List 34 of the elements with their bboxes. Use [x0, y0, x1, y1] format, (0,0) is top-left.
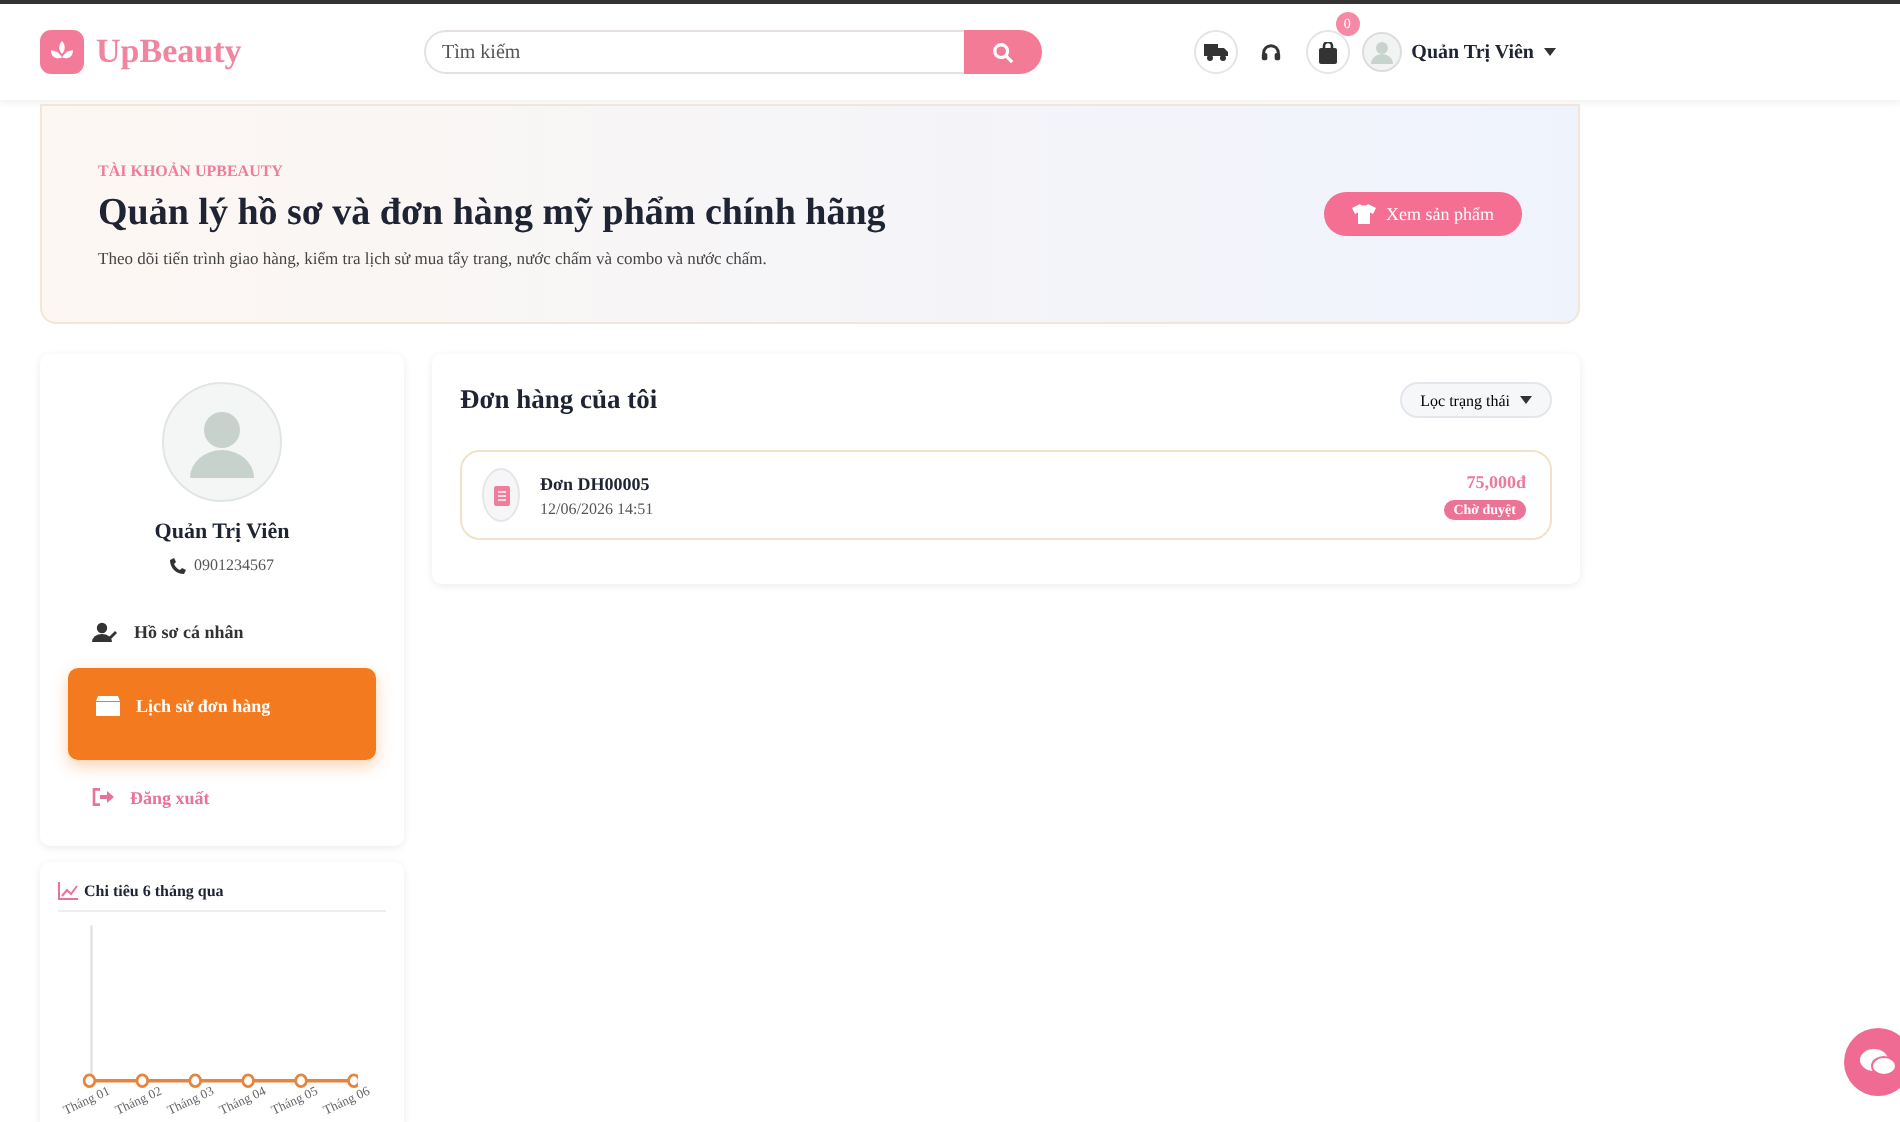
user-icon	[92, 621, 118, 641]
chart-icon	[58, 882, 78, 900]
profile-name: Quản Trị Viên	[154, 520, 290, 544]
phone-number: 0901234567	[194, 556, 274, 574]
caret-icon	[1544, 48, 1556, 56]
order-date: 12/06/2026 14:51	[540, 499, 656, 517]
hero-title: Quản lý hồ sơ và đơn hàng mỹ phẩm chính hãng	[98, 191, 886, 235]
caret-icon	[1520, 396, 1532, 404]
order-code: Đơn DH00005	[540, 473, 652, 493]
shirt-icon	[1352, 204, 1376, 224]
chat-icon	[1860, 1047, 1896, 1077]
bag-icon	[1317, 41, 1338, 63]
cart-button[interactable]	[1305, 30, 1350, 74]
search-icon	[992, 41, 1014, 63]
user-menu[interactable]: Quản Trị Viên	[1411, 41, 1534, 63]
box-icon	[96, 696, 120, 716]
headset-icon	[1260, 41, 1283, 63]
flower-logo-icon	[40, 30, 84, 74]
sidebar-item[interactable]: Hồ sơ cá nhân	[68, 602, 376, 660]
phone-icon	[170, 557, 186, 573]
chart-title: Chi tiêu 6 tháng qua	[84, 882, 224, 900]
order-total: 75,000đ	[1466, 471, 1526, 491]
truck-icon	[1203, 42, 1228, 62]
search-field[interactable]: Tìm kiếm	[424, 30, 964, 74]
hero-subtitle: Theo dõi tiến trình giao hàng, kiểm tra lịch sử mua tẩy trang, nước chấm và combo và nước chấm.	[98, 247, 769, 267]
orders-title: Đơn hàng của tôi	[460, 384, 658, 416]
truck-button[interactable]	[1193, 30, 1238, 74]
avatar	[162, 382, 282, 502]
eyebrow-label: TÀI KHOẢN UPBEAUTY	[98, 161, 285, 179]
chat-button[interactable]	[1844, 1028, 1900, 1096]
search-button[interactable]	[964, 30, 1042, 74]
receipt-icon	[482, 468, 520, 522]
status-filter-dropdown[interactable]: Lọc trạng thái	[1400, 382, 1552, 418]
logout-icon	[92, 788, 114, 806]
